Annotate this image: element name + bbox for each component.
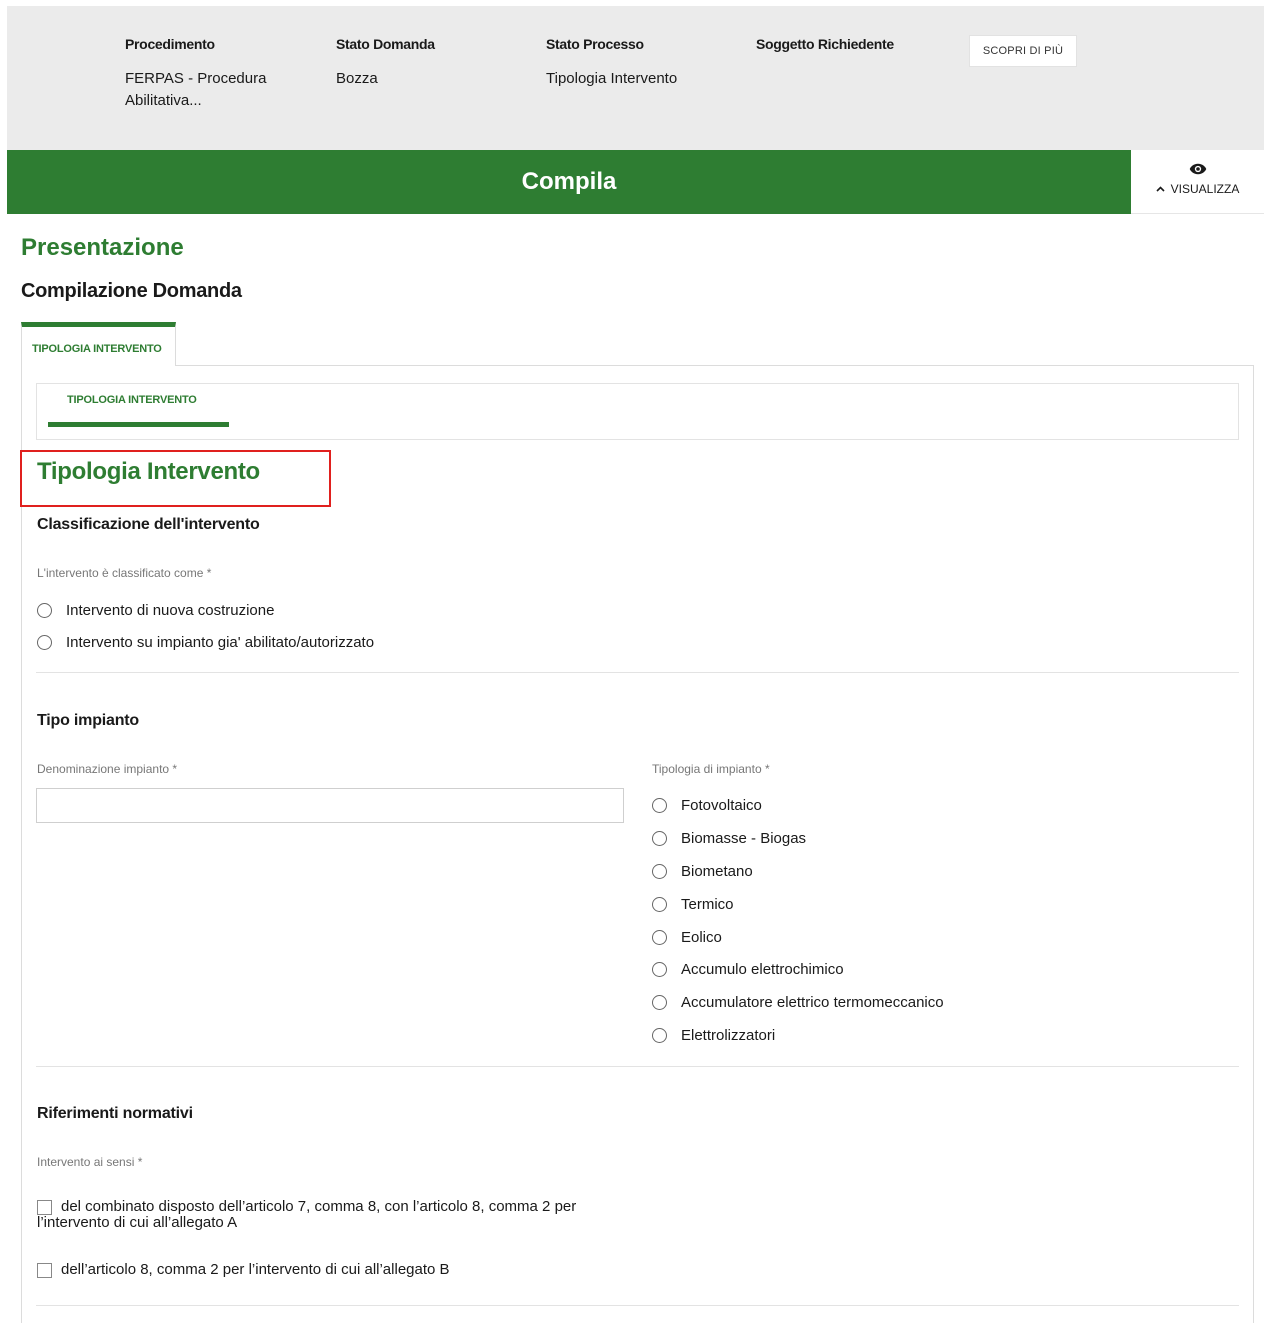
stato-processo-label: Stato Processo <box>546 36 644 52</box>
tab-tipologia-intervento[interactable]: TIPOLOGIA INTERVENTO <box>21 322 176 366</box>
radio-impianto-abilitato[interactable]: Intervento su impianto gia' abilitato/au… <box>37 634 374 651</box>
chevron-up-icon <box>1156 186 1165 192</box>
radio-label: Termico <box>681 896 734 913</box>
radio-label: Biomasse - Biogas <box>681 830 807 847</box>
visualizza-label-group: VISUALIZZA <box>1156 182 1240 196</box>
radio-label: Accumulo elettrochimico <box>681 961 844 978</box>
section-divider <box>36 672 1239 673</box>
form-panel <box>21 365 1254 1323</box>
radio-button[interactable] <box>652 831 667 846</box>
radio-eolico[interactable]: Eolico <box>652 929 722 946</box>
stato-domanda-column: Stato Domanda Bozza <box>336 36 526 90</box>
stato-domanda-value: Bozza <box>336 70 378 87</box>
denominazione-input[interactable] <box>36 788 624 823</box>
procedimento-column: Procedimento FERPAS - Procedura Abilitat… <box>125 36 315 112</box>
page-title: Presentazione <box>21 234 184 261</box>
riferimenti-heading: Riferimenti normativi <box>37 1105 193 1122</box>
radio-button[interactable] <box>652 1028 667 1043</box>
section-divider <box>36 1066 1239 1067</box>
riferimenti-field-label: Intervento ai sensi * <box>37 1155 143 1169</box>
radio-label: Intervento su impianto gia' abilitato/au… <box>66 634 375 651</box>
subtab-tipologia-intervento[interactable]: TIPOLOGIA INTERVENTO <box>67 394 197 406</box>
eye-icon <box>1189 163 1206 175</box>
radio-accumulatore-termomeccanico[interactable]: Accumulatore elettrico termomeccanico <box>652 994 944 1011</box>
checkbox[interactable] <box>37 1263 52 1278</box>
radio-button[interactable] <box>652 995 667 1010</box>
soggetto-label: Soggetto Richiedente <box>756 36 894 52</box>
stato-processo-value: Tipologia Intervento <box>546 70 678 87</box>
classificazione-field-label: L'intervento è classificato come * <box>37 566 212 580</box>
radio-button[interactable] <box>37 635 52 650</box>
radio-label: Biometano <box>681 863 753 880</box>
visualizza-button[interactable]: VISUALIZZA <box>1131 150 1264 214</box>
procedimento-value: FERPAS - Procedura Abilitativa... <box>125 70 267 109</box>
soggetto-column: Soggetto Richiedente <box>756 36 956 52</box>
page-subtitle: Compilazione Domanda <box>21 280 242 302</box>
stato-domanda-label: Stato Domanda <box>336 36 435 52</box>
scopri-di-piu-button[interactable]: SCOPRI DI PIÙ <box>969 35 1077 67</box>
checkbox-allegato-b[interactable]: dell’articolo 8, comma 2 per l’intervent… <box>37 1262 450 1278</box>
radio-button[interactable] <box>652 962 667 977</box>
radio-biometano[interactable]: Biometano <box>652 863 753 880</box>
radio-elettrolizzatori[interactable]: Elettrolizzatori <box>652 1027 775 1044</box>
radio-label: Accumulatore elettrico termomeccanico <box>681 994 944 1011</box>
classificazione-heading: Classificazione dell'intervento <box>37 516 260 533</box>
radio-biomasse-biogas[interactable]: Biomasse - Biogas <box>652 830 806 847</box>
radio-button[interactable] <box>652 798 667 813</box>
checkbox-label: del combinato disposto dell’articolo 7, … <box>37 1198 577 1231</box>
section-title: Tipologia Intervento <box>37 458 260 485</box>
radio-button[interactable] <box>652 897 667 912</box>
radio-button[interactable] <box>652 930 667 945</box>
radio-termico[interactable]: Termico <box>652 896 734 913</box>
compila-bar-title: Compila <box>7 150 1131 214</box>
radio-nuova-costruzione[interactable]: Intervento di nuova costruzione <box>37 602 274 619</box>
tipo-impianto-heading: Tipo impianto <box>37 712 139 729</box>
visualizza-label: VISUALIZZA <box>1170 182 1240 196</box>
tipologia-impianto-label: Tipologia di impianto * <box>652 762 770 776</box>
checkbox-allegato-a[interactable]: del combinato disposto dell’articolo 7, … <box>37 1199 637 1231</box>
radio-accumulo-elettrochimico[interactable]: Accumulo elettrochimico <box>652 961 844 978</box>
radio-label: Eolico <box>681 929 722 946</box>
radio-label: Fotovoltaico <box>681 797 762 814</box>
radio-button[interactable] <box>37 603 52 618</box>
procedure-info-header: Procedimento FERPAS - Procedura Abilitat… <box>7 6 1264 150</box>
subtab-active-indicator <box>48 422 229 427</box>
radio-label: Elettrolizzatori <box>681 1027 776 1044</box>
procedimento-label: Procedimento <box>125 36 215 52</box>
stato-processo-column: Stato Processo Tipologia Intervento <box>546 36 746 90</box>
section-divider <box>36 1305 1239 1306</box>
radio-fotovoltaico[interactable]: Fotovoltaico <box>652 797 762 814</box>
checkbox-label: dell’articolo 8, comma 2 per l’intervent… <box>61 1261 450 1278</box>
radio-button[interactable] <box>652 864 667 879</box>
radio-label: Intervento di nuova costruzione <box>66 602 275 619</box>
denominazione-label: Denominazione impianto * <box>37 762 178 776</box>
sub-navigation: TIPOLOGIA INTERVENTO <box>36 383 1239 440</box>
